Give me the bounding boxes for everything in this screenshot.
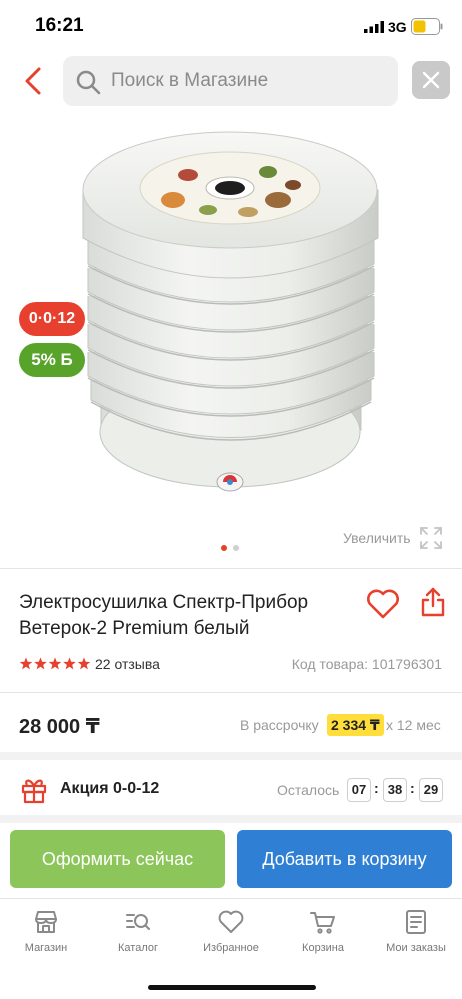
gallery-dot[interactable] [233, 545, 239, 551]
tab-label: Магазин [24, 942, 68, 954]
star-icon [77, 657, 91, 670]
search-header [0, 54, 462, 108]
price: 28 000 ₸ [19, 716, 100, 738]
buy-now-button[interactable]: Оформить сейчас [10, 830, 225, 888]
tab-label: Корзина [302, 942, 344, 954]
back-button[interactable] [20, 66, 48, 96]
timer-seconds: 29 [419, 778, 443, 802]
product-code: Код товара: 101796301 [291, 656, 442, 672]
star-icon [48, 657, 62, 670]
search-box[interactable] [63, 56, 398, 106]
zoom-label: Увеличить [343, 530, 411, 546]
tab-catalog[interactable]: Каталог [92, 907, 184, 963]
rating-stars [19, 657, 91, 670]
tab-label: Избранное [203, 942, 259, 954]
heart-icon [218, 910, 244, 933]
tab-label: Мои заказы [386, 942, 446, 954]
favorite-button[interactable] [366, 588, 400, 620]
search-input[interactable] [111, 56, 391, 106]
gift-icon [21, 779, 47, 804]
section-divider [0, 752, 462, 760]
divider [0, 568, 462, 569]
tab-store[interactable]: Магазин [0, 907, 92, 963]
promo-badge: 0·0·12 [19, 302, 85, 336]
installment-amount[interactable]: 2 334 ₸ [327, 714, 384, 736]
star-icon [19, 657, 33, 670]
star-icon [63, 657, 76, 670]
cart-icon [310, 912, 335, 934]
installment-label: В рассрочку [240, 717, 319, 733]
timer-hours: 07 [347, 778, 371, 802]
section-divider [0, 815, 462, 823]
divider [0, 692, 462, 693]
bonus-badge: 5% Б [19, 343, 85, 377]
product-image[interactable] [63, 130, 398, 510]
tab-cart[interactable]: Корзина [277, 907, 369, 963]
tab-favorites[interactable]: Избранное [185, 907, 277, 963]
clear-search-button[interactable] [412, 61, 450, 99]
status-bar: 16:21 3G [0, 0, 462, 54]
orders-icon [406, 910, 426, 934]
gallery-dot-active[interactable] [221, 545, 227, 551]
expand-icon[interactable] [419, 526, 443, 550]
home-indicator [148, 985, 316, 990]
tab-bar: Магазин Каталог Избранное Корзина Мои за… [0, 898, 462, 999]
timer-separator: : [410, 780, 415, 796]
status-time: 16:21 [35, 15, 84, 36]
store-icon [35, 911, 57, 933]
search-icon [76, 70, 101, 95]
product-title: Электросушилка Спектр-Прибор Ветерок-2 P… [19, 592, 309, 639]
installment-term: х 12 мес [386, 717, 441, 733]
timer-minutes: 38 [383, 778, 407, 802]
tab-orders[interactable]: Мои заказы [370, 907, 462, 963]
signal-icon [364, 21, 384, 33]
promo-label[interactable]: Акция 0-0-12 [60, 780, 159, 798]
share-button[interactable] [420, 586, 446, 618]
tab-label: Каталог [118, 942, 158, 954]
timer-label: Осталось [277, 782, 340, 798]
star-icon [34, 657, 47, 670]
add-to-cart-button[interactable]: Добавить в корзину [237, 830, 452, 888]
catalog-search-icon [126, 914, 150, 930]
network-label: 3G [388, 19, 407, 35]
reviews-link[interactable]: 22 отзыва [95, 656, 160, 672]
timer-separator: : [374, 780, 379, 796]
battery-icon [411, 18, 443, 35]
